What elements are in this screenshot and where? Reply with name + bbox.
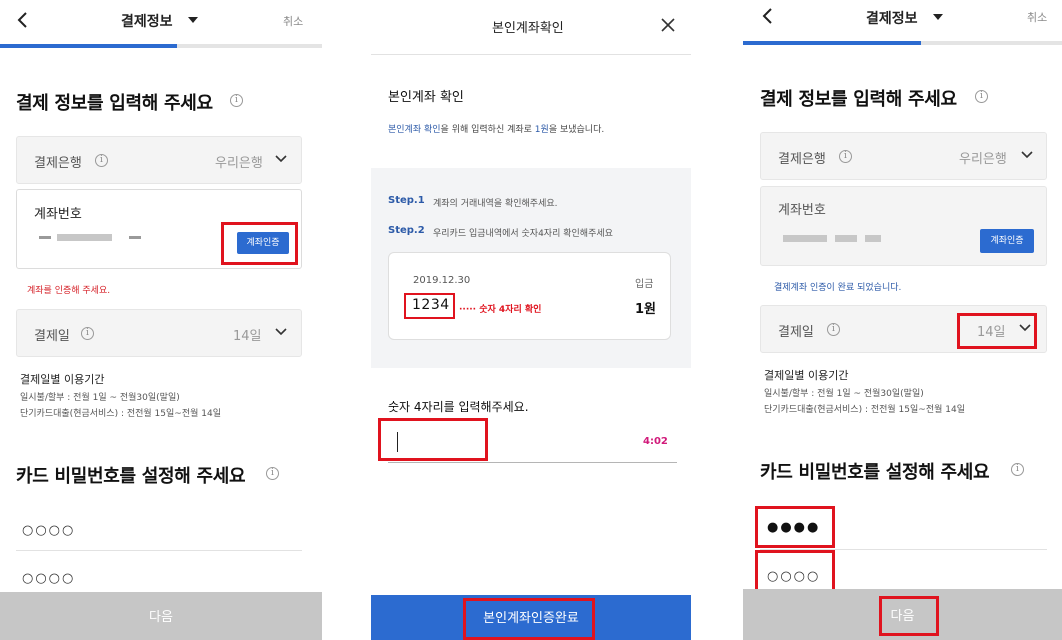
description-highlight: 본인계좌 확인: [388, 125, 441, 135]
step-2-text: 우리카드 입금내역에서 숫자4자리 확인해주세요: [433, 229, 613, 239]
payday-value: 14일: [977, 325, 1006, 340]
close-icon[interactable]: [661, 18, 675, 32]
info-icon[interactable]: i: [230, 94, 243, 107]
step-1-text: 계좌의 거래내역을 확인해주세요.: [433, 199, 558, 209]
pin-input[interactable]: ○○○○: [22, 523, 75, 538]
masked-digits: [39, 236, 51, 239]
verification-code: 1234: [412, 297, 450, 313]
account-verified-text: 결제계좌 인증이 완료 되었습니다.: [774, 283, 902, 293]
progress-bar: [0, 44, 322, 48]
payday-select[interactable]: 결제일 i 14일: [16, 309, 302, 357]
steps-panel: Step.1 계좌의 거래내역을 확인해주세요. Step.2 우리카드 입금내…: [371, 168, 691, 368]
verify-account-button[interactable]: 계좌인증: [237, 232, 289, 254]
period-line-1: 일시불/할부 : 전월 1일 ~ 전월30일(말일): [764, 389, 924, 399]
page-title: 결제 정보를 입력해 주세요: [760, 89, 957, 110]
screen-account-verify: 본인계좌확인 본인계좌 확인 본인계좌 확인을 위해 입력하신 계좌로 1원을 …: [371, 0, 691, 640]
divider: [16, 550, 302, 551]
payday-label: 결제일: [34, 329, 70, 344]
chevron-down-icon: [275, 328, 287, 336]
payday-value: 14일: [233, 329, 262, 344]
masked-digits: [865, 235, 881, 242]
screen-payment-info-1: 결제정보 취소 결제 정보를 입력해 주세요 i 결제은행 i 우리은행 계좌번…: [0, 0, 322, 640]
account-number-field[interactable]: 계좌번호 계좌인증: [760, 186, 1047, 266]
transaction-card: 2019.12.30 입금 1234 ····· 숫자 4자리 확인 1원: [388, 252, 671, 340]
bank-select[interactable]: 결제은행 i 우리은행: [16, 136, 302, 184]
cancel-button[interactable]: 취소: [283, 13, 303, 29]
info-icon[interactable]: i: [839, 150, 852, 163]
info-icon[interactable]: i: [266, 467, 279, 480]
pin-input[interactable]: ●●●●: [767, 520, 820, 535]
verify-account-button[interactable]: 계좌인증: [980, 229, 1034, 253]
section-heading: 본인계좌 확인: [388, 90, 464, 105]
back-arrow-icon[interactable]: [761, 7, 773, 25]
divider: [760, 549, 1047, 550]
cancel-button[interactable]: 취소: [1027, 9, 1047, 25]
page-title: 결제 정보를 입력해 주세요: [16, 93, 213, 114]
description-amount: 1원: [534, 125, 549, 135]
payday-select[interactable]: 결제일 i 14일: [760, 305, 1047, 353]
transaction-type: 입금: [635, 279, 654, 290]
progress-fill: [0, 44, 177, 48]
masked-digits: [783, 235, 827, 242]
pin-confirm-input[interactable]: ○○○○: [767, 569, 820, 584]
chevron-down-icon: [1019, 324, 1031, 332]
header-title: 본인계좌확인: [492, 21, 564, 36]
transaction-amount: 1원: [635, 302, 657, 317]
back-arrow-icon[interactable]: [16, 11, 28, 29]
next-button[interactable]: 다음: [0, 592, 322, 640]
period-line-1: 일시불/할부 : 전월 1일 ~ 전월30일(말일): [20, 393, 180, 403]
password-title: 카드 비밀번호를 설정해 주세요: [16, 466, 246, 487]
period-title: 결제일별 이용기간: [20, 373, 105, 386]
step-2-label: Step.2: [388, 225, 425, 236]
masked-digits: [129, 236, 141, 239]
code-hint: ····· 숫자 4자리 확인: [459, 305, 542, 315]
bank-select[interactable]: 결제은행 i 우리은행: [760, 132, 1047, 180]
description-text: 을 위해 입력하신 계좌로: [440, 125, 535, 135]
bank-label: 결제은행: [778, 152, 826, 167]
period-line-2: 단기카드대출(현금서비스) : 전전월 15일~전월 14일: [20, 409, 221, 419]
period-line-2: 단기카드대출(현금서비스) : 전전월 15일~전월 14일: [764, 405, 965, 415]
info-icon[interactable]: i: [827, 323, 840, 336]
bank-label: 결제은행: [34, 156, 82, 171]
payday-label: 결제일: [778, 325, 814, 340]
info-icon[interactable]: i: [1011, 463, 1024, 476]
bank-value: 우리은행: [215, 156, 263, 171]
info-icon[interactable]: i: [975, 90, 988, 103]
info-icon[interactable]: i: [95, 154, 108, 167]
password-title: 카드 비밀번호를 설정해 주세요: [760, 462, 990, 483]
account-error-text: 계좌를 인증해 주세요.: [27, 286, 111, 296]
pin-confirm-input[interactable]: ○○○○: [22, 571, 75, 586]
account-label: 계좌번호: [34, 207, 82, 222]
progress-fill: [743, 41, 921, 45]
step-1-label: Step.1: [388, 195, 425, 206]
account-label: 계좌번호: [778, 203, 826, 218]
caret-down-icon[interactable]: [933, 14, 943, 20]
bank-value: 우리은행: [959, 152, 1007, 167]
progress-bar: [743, 41, 1062, 45]
masked-digits: [57, 234, 112, 241]
verify-complete-button[interactable]: 본인계좌인증완료: [371, 595, 691, 640]
header-title[interactable]: 결제정보: [121, 11, 173, 31]
header-divider: [371, 54, 691, 55]
info-icon[interactable]: i: [81, 327, 94, 340]
description: 본인계좌 확인을 위해 입력하신 계좌로 1원을 보냈습니다.: [388, 122, 604, 135]
account-number-field[interactable]: 계좌번호 계좌인증: [16, 189, 302, 269]
chevron-down-icon: [1021, 151, 1033, 159]
code-input[interactable]: [388, 420, 677, 462]
transaction-date: 2019.12.30: [413, 275, 471, 286]
screen-payment-info-2: 결제정보 취소 결제 정보를 입력해 주세요 i 결제은행 i 우리은행 계좌번…: [743, 0, 1062, 640]
caret-down-icon[interactable]: [188, 17, 198, 23]
header-title[interactable]: 결제정보: [866, 8, 918, 28]
input-prompt: 숫자 4자리를 입력해주세요.: [388, 400, 529, 414]
period-title: 결제일별 이용기간: [764, 369, 849, 382]
next-button[interactable]: 다음: [743, 589, 1062, 640]
masked-digits: [835, 235, 857, 242]
code-input-underline: [388, 462, 677, 463]
chevron-down-icon: [275, 155, 287, 163]
description-text: 을 보냈습니다.: [548, 125, 605, 135]
